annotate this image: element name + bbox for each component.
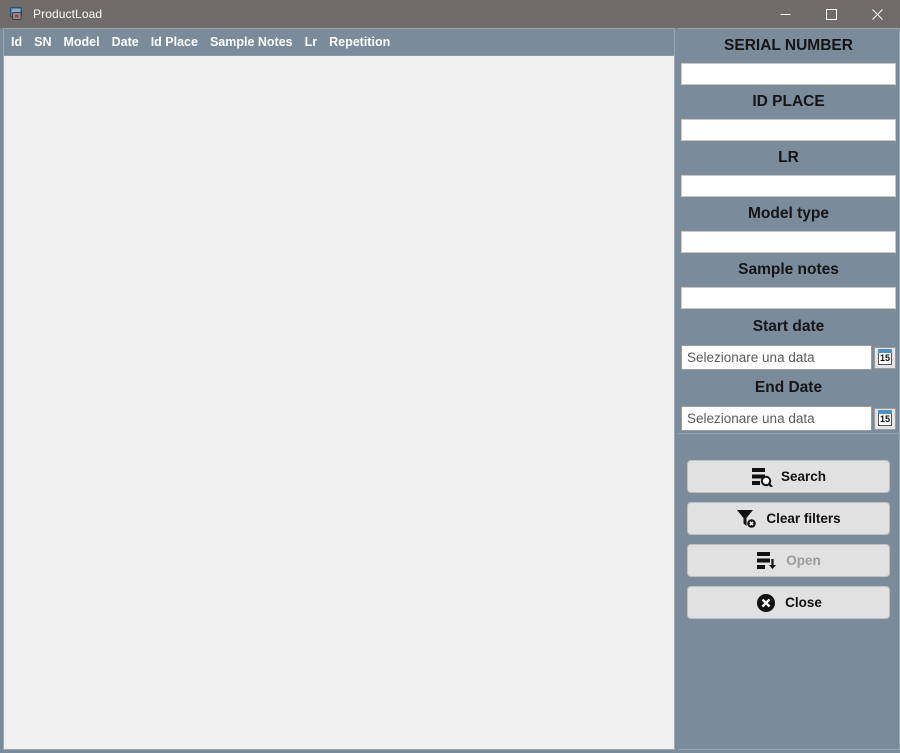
close-button[interactable]: Close	[687, 586, 890, 619]
title-bar-left: ProductLoad	[0, 6, 102, 22]
maximize-icon[interactable]	[808, 0, 854, 28]
results-grid: Id SN Model Date Id Place Sample Notes L…	[3, 28, 675, 750]
window-body: Id SN Model Date Id Place Sample Notes L…	[0, 28, 900, 753]
filter-label-start-date: Start date	[678, 309, 899, 345]
list-search-icon	[751, 467, 773, 487]
clear-filters-button[interactable]: Clear filters	[687, 502, 890, 535]
calendar-icon[interactable]: 15	[874, 407, 896, 430]
clear-filters-button-label: Clear filters	[766, 511, 841, 526]
window-controls	[762, 0, 900, 28]
grid-column-header[interactable]: Model	[63, 35, 111, 49]
grid-header-row: Id SN Model Date Id Place Sample Notes L…	[4, 29, 674, 56]
filter-label-lr: LR	[678, 141, 899, 175]
filter-panel: SERIAL NUMBER ID PLACE LR Model type Sam…	[678, 28, 900, 750]
grid-column-header[interactable]: Sample Notes	[210, 35, 305, 49]
application-window-icon	[9, 6, 25, 22]
search-button[interactable]: Search	[687, 460, 890, 493]
grid-body-empty[interactable]	[4, 56, 674, 749]
start-date-input[interactable]: Selezionare una data	[681, 345, 872, 370]
grid-column-header[interactable]: Id Place	[151, 35, 210, 49]
search-button-label: Search	[780, 469, 827, 484]
close-icon[interactable]	[854, 0, 900, 28]
grid-column-header[interactable]: SN	[34, 35, 63, 49]
start-date-row: Selezionare una data 15	[681, 345, 896, 370]
filter-label-serial-number: SERIAL NUMBER	[678, 29, 899, 63]
filter-label-end-date: End Date	[678, 370, 899, 406]
open-button-label: Open	[786, 553, 821, 568]
filter-input-serial-number[interactable]	[681, 63, 896, 85]
title-bar: ProductLoad	[0, 0, 900, 28]
funnel-clear-icon	[736, 509, 758, 529]
filter-input-id-place[interactable]	[681, 119, 896, 141]
grid-column-header[interactable]: Date	[112, 35, 151, 49]
product-load-window: ProductLoad Id SN Model Date Id Place Sa…	[0, 0, 900, 753]
filter-label-model-type: Model type	[678, 197, 899, 231]
filter-input-lr[interactable]	[681, 175, 896, 197]
calendar-icon-day: 15	[878, 413, 892, 426]
panel-spacer	[678, 434, 899, 460]
minimize-icon[interactable]	[762, 0, 808, 28]
panel-filler	[678, 619, 899, 749]
filter-list: SERIAL NUMBER ID PLACE LR Model type Sam…	[678, 29, 899, 460]
filter-input-sample-notes[interactable]	[681, 287, 896, 309]
filter-label-id-place: ID PLACE	[678, 85, 899, 119]
close-button-label: Close	[785, 595, 822, 610]
grid-column-header[interactable]: Repetition	[329, 35, 402, 49]
end-date-input[interactable]: Selezionare una data	[681, 406, 872, 431]
filter-input-model-type[interactable]	[681, 231, 896, 253]
open-button[interactable]: Open	[687, 544, 890, 577]
list-download-icon	[756, 551, 778, 571]
grid-column-header[interactable]: Lr	[305, 35, 330, 49]
window-title: ProductLoad	[33, 7, 103, 21]
filter-label-sample-notes: Sample notes	[678, 253, 899, 287]
calendar-icon[interactable]: 15	[874, 346, 896, 369]
end-date-row: Selezionare una data 15	[681, 406, 896, 431]
grid-column-header[interactable]: Id	[11, 35, 34, 49]
circle-x-icon	[755, 593, 777, 613]
calendar-icon-day: 15	[878, 352, 892, 365]
action-buttons: Search Clear filters Open Close	[678, 460, 899, 619]
